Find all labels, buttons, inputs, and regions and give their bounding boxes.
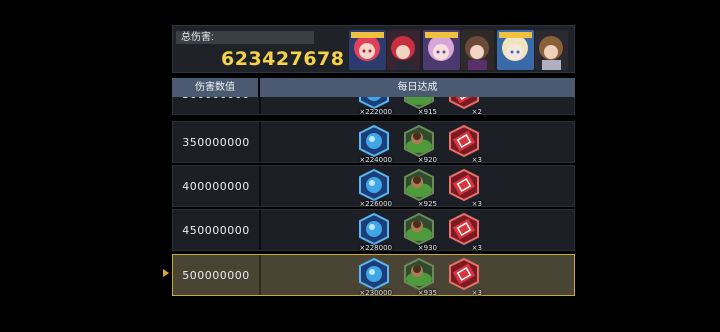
reward-row[interactable]: 450000000 ×228000 ×930 ×3 — [172, 209, 575, 252]
table-header: 伤害数值 每日达成 — [172, 78, 575, 97]
crystal-quantity: ×226000 — [359, 200, 392, 208]
total-damage-value: 623427678 — [221, 48, 345, 70]
red-ticket-icon[interactable]: ×3 — [444, 257, 484, 297]
crystal-quantity: ×230000 — [359, 289, 392, 297]
ticket-quantity: ×3 — [471, 200, 482, 208]
slime-quantity: ×930 — [417, 244, 437, 252]
ticket-quantity: ×3 — [471, 289, 482, 297]
selected-row-arrow-icon — [163, 269, 169, 277]
ticket-quantity: ×3 — [471, 156, 482, 164]
character-portrait-6[interactable] — [535, 30, 568, 70]
column-header-daily: 每日达成 — [260, 78, 575, 97]
column-divider — [259, 166, 261, 206]
damage-threshold: 350000000 — [182, 136, 250, 149]
reward-table[interactable]: 300000000 ×222000 ×915 ×2 350000000 ×224… — [172, 97, 575, 297]
red-ticket-icon[interactable]: ×3 — [444, 212, 484, 252]
blue-crystal-icon[interactable]: ×224000 — [354, 124, 394, 164]
column-divider — [259, 122, 261, 162]
crystal-quantity: ×222000 — [359, 108, 392, 116]
slime-quantity: ×925 — [417, 200, 437, 208]
ticket-quantity: ×2 — [471, 108, 482, 116]
red-ticket-icon[interactable]: ×3 — [444, 168, 484, 208]
ticket-quantity: ×3 — [471, 244, 482, 252]
red-ticket-icon[interactable]: ×3 — [444, 124, 484, 164]
character-portrait-4[interactable] — [461, 30, 494, 70]
reward-row[interactable]: 400000000 ×226000 ×925 ×3 — [172, 165, 575, 208]
slime-quantity: ×915 — [417, 108, 437, 116]
blue-crystal-icon[interactable]: ×226000 — [354, 168, 394, 208]
slime-quantity: ×920 — [417, 156, 437, 164]
green-slime-icon[interactable]: ×915 — [399, 97, 439, 116]
damage-threshold: 400000000 — [182, 180, 250, 193]
damage-threshold: 500000000 — [182, 269, 250, 282]
blue-crystal-icon[interactable]: ×230000 — [354, 257, 394, 297]
slime-quantity: ×935 — [417, 289, 437, 297]
column-header-damage: 伤害数值 — [172, 78, 258, 97]
crystal-quantity: ×228000 — [359, 244, 392, 252]
character-portrait-3[interactable] — [423, 30, 460, 70]
character-portrait-5[interactable] — [497, 30, 534, 70]
column-divider — [259, 210, 261, 250]
total-damage-label: 总伤害: — [176, 31, 314, 44]
reward-row-selected[interactable]: 500000000 ×230000 ×935 ×3 — [172, 254, 575, 297]
crystal-quantity: ×224000 — [359, 156, 392, 164]
reward-row[interactable]: 300000000 ×222000 ×915 ×2 — [172, 97, 575, 116]
column-divider — [259, 255, 261, 295]
blue-crystal-icon[interactable]: ×222000 — [354, 97, 394, 116]
total-damage-header: 总伤害: 623427678 — [172, 25, 575, 73]
green-slime-icon[interactable]: ×930 — [399, 212, 439, 252]
damage-threshold: 450000000 — [182, 224, 250, 237]
blue-crystal-icon[interactable]: ×228000 — [354, 212, 394, 252]
reward-row[interactable]: 350000000 ×224000 ×920 ×3 — [172, 121, 575, 164]
damage-reward-panel: 总伤害: 623427678 伤害数值 每日达成 ×222000 ×915 ×2… — [172, 25, 575, 297]
damage-threshold: 300000000 — [173, 97, 259, 114]
character-portrait-2[interactable] — [387, 30, 420, 70]
party-portraits — [349, 30, 573, 70]
green-slime-icon[interactable]: ×920 — [399, 124, 439, 164]
column-divider — [259, 97, 261, 114]
green-slime-icon[interactable]: ×935 — [399, 257, 439, 297]
green-slime-icon[interactable]: ×925 — [399, 168, 439, 208]
red-ticket-icon[interactable]: ×2 — [444, 97, 484, 116]
character-portrait-1[interactable] — [349, 30, 386, 70]
